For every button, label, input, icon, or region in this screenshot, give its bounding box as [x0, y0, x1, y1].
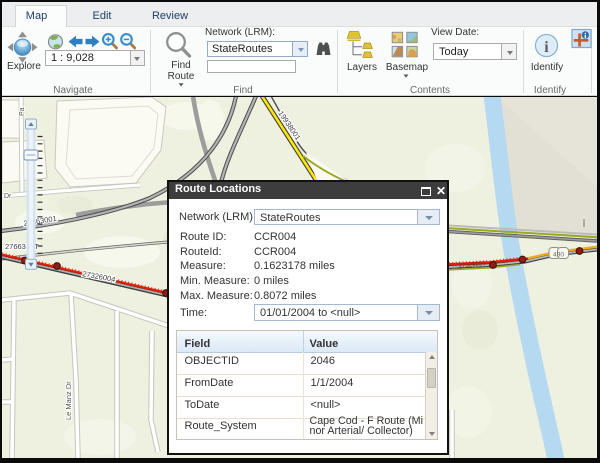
svg-text:Dr: Dr — [4, 193, 12, 200]
svg-text:Pa: Pa — [19, 107, 26, 116]
svg-text:Le Manz Dr: Le Manz Dr — [64, 381, 73, 420]
svg-text:i: i — [544, 39, 549, 56]
svg-text:490: 490 — [553, 252, 565, 259]
